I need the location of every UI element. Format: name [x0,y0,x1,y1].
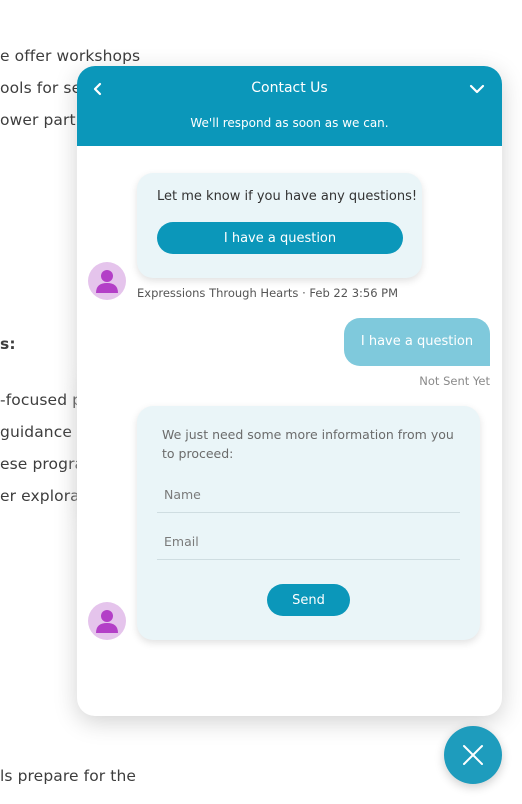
message-meta: Expressions Through Hearts · Feb 22 3:56… [137,286,399,300]
bot-form-bubble: We just need some more information from … [137,406,480,640]
chat-widget: Contact Us We'll respond as soon as we c… [77,66,502,716]
page: e offer workshops ools for sel ower part… [0,0,522,804]
close-icon [463,745,483,765]
user-avatar-icon [88,262,126,300]
bg-text-line-1: e offer workshops [0,47,141,65]
bg-text-line-8: ls prepare for the [0,767,137,785]
bg-text-line-5: guidance [0,423,72,441]
chevron-down-icon[interactable] [466,78,488,100]
quick-reply-button[interactable]: I have a question [157,222,403,254]
form-prompt-text: We just need some more information from … [162,427,454,461]
chat-title: Contact Us [251,80,328,96]
message-status: Not Sent Yet [419,374,490,388]
bot-message-text: Let me know if you have any questions! [157,189,418,204]
bg-heading-fragment: s: [0,335,16,353]
user-message-bubble: I have a question [344,318,490,366]
chat-subtitle: We'll respond as soon as we can. [190,116,389,130]
bg-text-line-2: ools for sel [0,79,86,97]
chat-launcher-button[interactable] [444,726,502,784]
bg-text-line-7: er explora [0,487,80,505]
bg-text-line-3: ower part [0,111,76,129]
send-button[interactable]: Send [267,584,350,616]
email-field [157,521,460,560]
name-input[interactable] [162,478,456,510]
bot-message-bubble: Let me know if you have any questions! I… [137,173,422,278]
name-field [157,474,460,513]
user-avatar-icon [88,602,126,640]
bg-text-line-6: ese progra [0,455,85,473]
bg-text-line-4: -focused p [0,391,83,409]
email-input[interactable] [162,525,456,557]
chat-header: Contact Us We'll respond as soon as we c… [77,66,502,146]
